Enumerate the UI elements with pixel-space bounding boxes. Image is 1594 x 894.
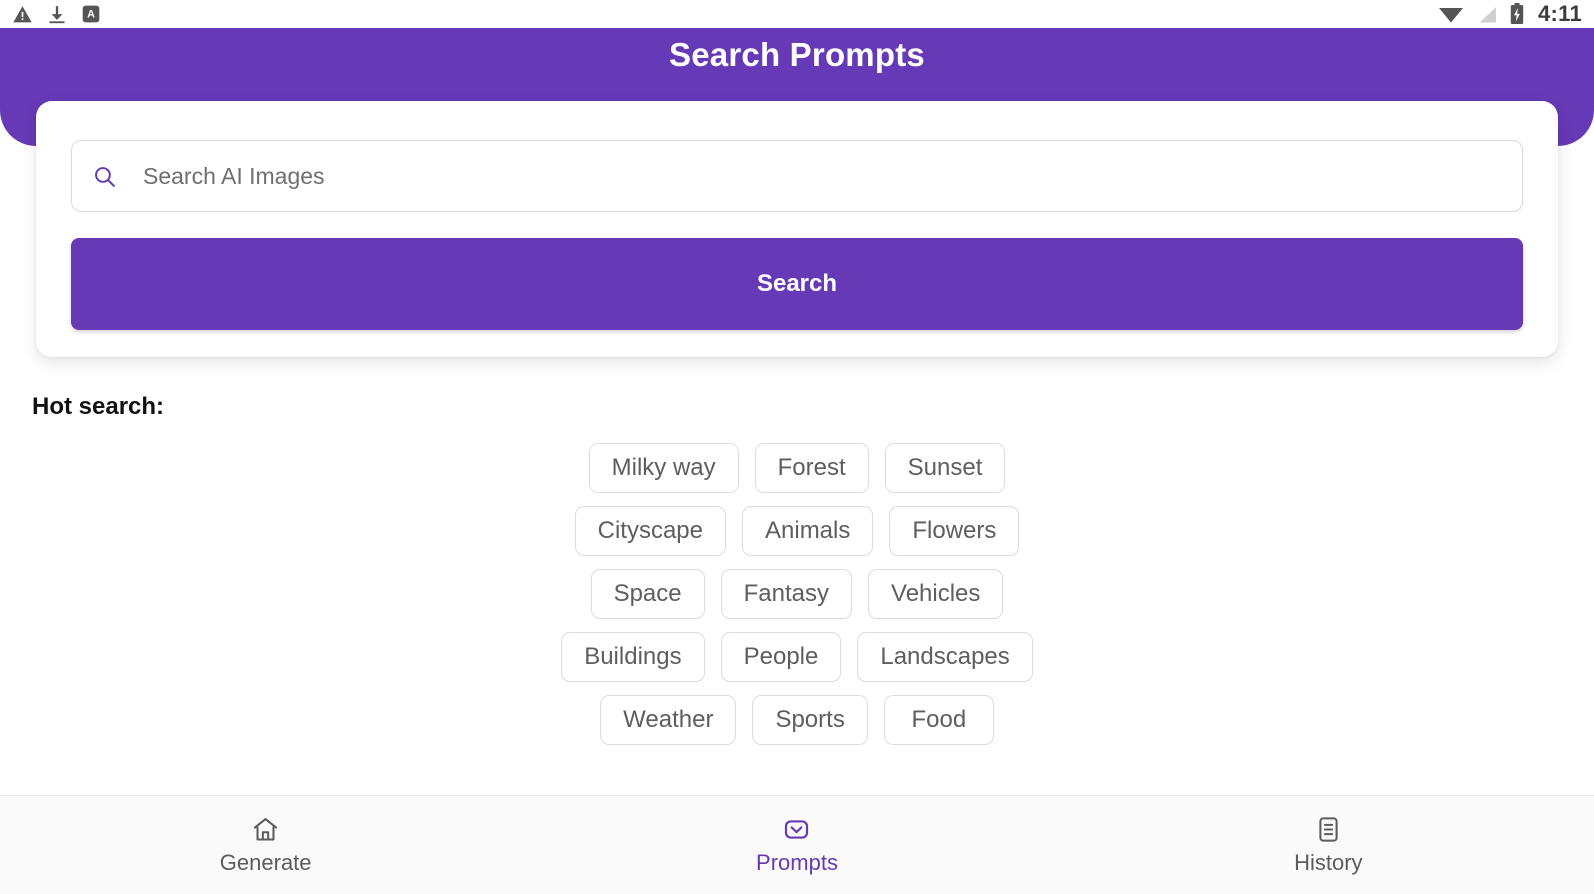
home-icon [251, 814, 280, 844]
download-icon [47, 4, 67, 25]
hot-search-chip[interactable]: Forest [754, 443, 869, 493]
search-card: Search [36, 101, 1558, 357]
hot-search-chip[interactable]: Space [590, 569, 705, 619]
chip-row: Space Fantasy Vehicles [0, 569, 1594, 619]
hot-search-chip[interactable]: Food [883, 695, 994, 745]
hot-search-chip[interactable]: Landscapes [857, 632, 1033, 682]
hot-search-chip[interactable]: Animals [742, 506, 874, 556]
search-icon [92, 164, 126, 189]
warning-triangle-icon [12, 4, 33, 25]
search-field-container[interactable] [71, 140, 1523, 212]
hot-search-chip[interactable]: Milky way [588, 443, 739, 493]
chip-row: Weather Sports Food [0, 695, 1594, 745]
bottom-navigation-bar: Generate Prompts History [0, 795, 1594, 894]
svg-text:A: A [87, 8, 95, 20]
nav-tab-prompts[interactable]: Prompts [531, 796, 1062, 894]
status-bar-left-icons: A [12, 4, 101, 25]
status-bar-right-icons: 4:11 [1438, 1, 1582, 27]
status-bar-clock: 4:11 [1537, 1, 1582, 26]
hot-search-chip[interactable]: Sunset [884, 443, 1006, 493]
cellular-signal-off-icon [1476, 4, 1498, 24]
status-bar: A 4:11 [0, 0, 1594, 28]
page-title: Search Prompts [669, 36, 925, 73]
hot-search-label: Hot search: [32, 393, 165, 420]
nav-tab-label: History [1294, 850, 1363, 875]
app-badge-a-icon: A [81, 4, 101, 24]
hot-search-chip[interactable]: Sports [752, 695, 868, 745]
nav-tab-label: Generate [219, 850, 312, 875]
hot-search-chip[interactable]: Vehicles [868, 569, 1004, 619]
search-input[interactable] [126, 162, 1502, 190]
wifi-icon [1438, 4, 1464, 24]
hot-search-chip[interactable]: Weather [600, 695, 737, 745]
hot-search-chips: Milky way Forest Sunset Cityscape Animal… [0, 443, 1594, 758]
hot-search-chip[interactable]: Fantasy [720, 569, 853, 619]
app-screen: A 4:11 Search Prompts Search AI Images S… [0, 0, 1594, 894]
hot-search-chip[interactable]: Cityscape [574, 506, 726, 556]
nav-tab-label: Prompts [756, 850, 838, 875]
nav-tab-generate[interactable]: Generate [0, 796, 531, 894]
hot-search-chip[interactable]: People [720, 632, 842, 682]
inbox-chevron-icon [782, 814, 811, 844]
battery-charging-icon [1510, 3, 1524, 25]
chip-row: Buildings People Landscapes [0, 632, 1594, 682]
nav-tab-history[interactable]: History [1063, 796, 1594, 894]
document-list-icon [1314, 814, 1343, 844]
hot-search-chip[interactable]: Buildings [561, 632, 705, 682]
hot-search-chip[interactable]: Flowers [889, 506, 1020, 556]
search-button[interactable]: Search [71, 238, 1523, 330]
chip-row: Cityscape Animals Flowers [0, 506, 1594, 556]
chip-row: Milky way Forest Sunset [0, 443, 1594, 493]
